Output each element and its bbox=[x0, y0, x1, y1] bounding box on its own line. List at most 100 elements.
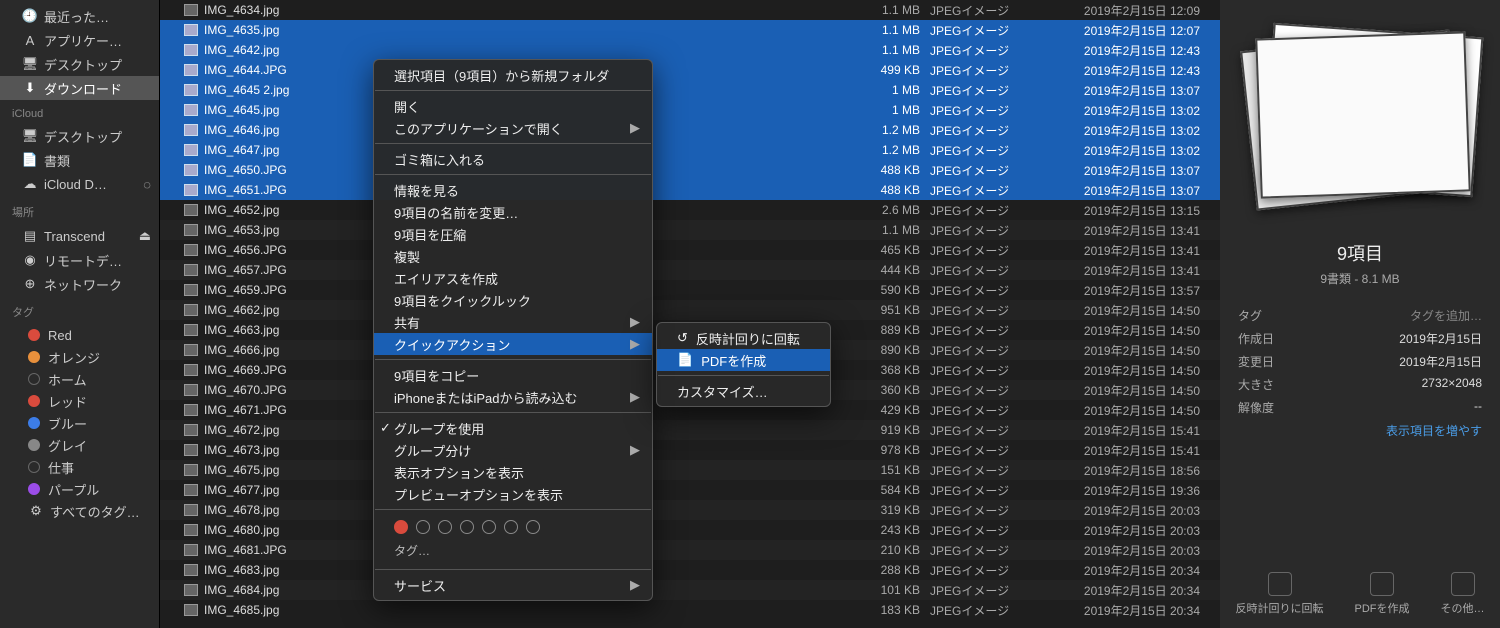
file-name: IMG_4644.JPG bbox=[204, 63, 287, 77]
sidebar-label: Transcend bbox=[44, 229, 105, 244]
sidebar-item-書類[interactable]: 📄書類 bbox=[0, 148, 159, 172]
file-row[interactable]: IMG_4652.jpg2.6 MBJPEGイメージ2019年2月15日 13:… bbox=[160, 200, 1220, 220]
jpeg-icon bbox=[184, 284, 198, 296]
file-size: 978 KB bbox=[840, 443, 930, 457]
file-row[interactable]: IMG_4678.jpg319 KBJPEGイメージ2019年2月15日 20:… bbox=[160, 500, 1220, 520]
file-row[interactable]: IMG_4684.jpg101 KBJPEGイメージ2019年2月15日 20:… bbox=[160, 580, 1220, 600]
tag-item-ホーム[interactable]: ホーム bbox=[0, 368, 159, 390]
menu-item[interactable]: このアプリケーションで開く▶ bbox=[374, 117, 652, 139]
jpeg-icon bbox=[184, 484, 198, 496]
tag-item-レッド[interactable]: レッド bbox=[0, 390, 159, 412]
file-row[interactable]: IMG_4646.jpg1.2 MBJPEGイメージ2019年2月15日 13:… bbox=[160, 120, 1220, 140]
file-kind: JPEGイメージ bbox=[930, 462, 1040, 479]
sidebar-item-iCloud D…[interactable]: ☁︎iCloud D…◌ bbox=[0, 172, 159, 196]
file-kind: JPEGイメージ bbox=[930, 362, 1040, 379]
tag-dot-icon[interactable] bbox=[526, 520, 540, 534]
tag-dot-icon[interactable] bbox=[416, 520, 430, 534]
tag-picker[interactable] bbox=[374, 514, 652, 540]
file-name: IMG_4680.jpg bbox=[204, 523, 279, 537]
menu-item[interactable]: 9項目の名前を変更… bbox=[374, 201, 652, 223]
menu-item[interactable]: 9項目を圧縮 bbox=[374, 223, 652, 245]
tag-dot-icon[interactable] bbox=[504, 520, 518, 534]
menu-item[interactable]: 表示オプションを表示 bbox=[374, 461, 652, 483]
submenu-arrow-icon: ▶ bbox=[630, 577, 640, 593]
file-row[interactable]: IMG_4683.jpg288 KBJPEGイメージ2019年2月15日 20:… bbox=[160, 560, 1220, 580]
file-row[interactable]: IMG_4645.jpg1 MBJPEGイメージ2019年2月15日 13:02 bbox=[160, 100, 1220, 120]
show-more-link[interactable]: 表示項目を増やす bbox=[1238, 422, 1482, 439]
file-row[interactable]: IMG_4642.jpg1.1 MBJPEGイメージ2019年2月15日 12:… bbox=[160, 40, 1220, 60]
menu-item[interactable]: iPhoneまたはiPadから読み込む▶ bbox=[374, 386, 652, 408]
quick-action-button[interactable]: PDFを作成 bbox=[1355, 572, 1410, 616]
file-row[interactable]: IMG_4685.jpg183 KBJPEGイメージ2019年2月15日 20:… bbox=[160, 600, 1220, 620]
tag-item-ブルー[interactable]: ブルー bbox=[0, 412, 159, 434]
tag-dot-icon[interactable] bbox=[460, 520, 474, 534]
sidebar-item-デスクトップ[interactable]: 🖥デスクトップ bbox=[0, 124, 159, 148]
menu-label: グループ分け bbox=[394, 441, 471, 460]
file-row[interactable]: IMG_4681.JPG210 KBJPEGイメージ2019年2月15日 20:… bbox=[160, 540, 1220, 560]
menu-item[interactable]: 情報を見る bbox=[374, 179, 652, 201]
sidebar-item-アプリケー…[interactable]: Aアプリケー… bbox=[0, 28, 159, 52]
sidebar-item-最近った…[interactable]: 🕘最近った… bbox=[0, 4, 159, 28]
file-row[interactable]: IMG_4680.jpg243 KBJPEGイメージ2019年2月15日 20:… bbox=[160, 520, 1220, 540]
menu-item[interactable]: サービス▶ bbox=[374, 574, 652, 596]
sidebar-item-リモートデ…[interactable]: ◉リモートデ… bbox=[0, 248, 159, 272]
file-name: IMG_4653.jpg bbox=[204, 223, 279, 237]
sidebar-item-ダウンロード[interactable]: ⬇ダウンロード bbox=[0, 76, 159, 100]
submenu-arrow-icon: ▶ bbox=[630, 389, 640, 405]
submenu-item[interactable]: 📄PDFを作成 bbox=[657, 349, 830, 371]
sidebar-item-ネットワーク[interactable]: ⊕ネットワーク bbox=[0, 272, 159, 296]
menu-item[interactable]: プレビューオプションを表示 bbox=[374, 483, 652, 505]
file-date: 2019年2月15日 12:43 bbox=[1040, 42, 1210, 59]
tag-label[interactable]: タグ… bbox=[374, 540, 652, 565]
file-row[interactable]: IMG_4673.jpg978 KBJPEGイメージ2019年2月15日 15:… bbox=[160, 440, 1220, 460]
menu-item[interactable]: グループ分け▶ bbox=[374, 439, 652, 461]
file-list[interactable]: IMG_4634.jpg1.1 MBJPEGイメージ2019年2月15日 12:… bbox=[160, 0, 1220, 628]
sidebar-item-デスクトップ[interactable]: 🖥デスクトップ bbox=[0, 52, 159, 76]
file-row[interactable]: IMG_4657.JPG444 KBJPEGイメージ2019年2月15日 13:… bbox=[160, 260, 1220, 280]
jpeg-icon bbox=[184, 584, 198, 596]
sidebar-item-Transcend[interactable]: ▤Transcend⏏ bbox=[0, 224, 159, 248]
eject-icon[interactable]: ⏏ bbox=[139, 228, 151, 244]
file-row[interactable]: IMG_4675.jpg151 KBJPEGイメージ2019年2月15日 18:… bbox=[160, 460, 1220, 480]
file-row[interactable]: IMG_4650.JPG488 KBJPEGイメージ2019年2月15日 13:… bbox=[160, 160, 1220, 180]
file-row[interactable]: IMG_4647.jpg1.2 MBJPEGイメージ2019年2月15日 13:… bbox=[160, 140, 1220, 160]
file-row[interactable]: IMG_4672.jpg919 KBJPEGイメージ2019年2月15日 15:… bbox=[160, 420, 1220, 440]
menu-item[interactable]: 9項目をコピー bbox=[374, 364, 652, 386]
menu-item[interactable]: 開く bbox=[374, 95, 652, 117]
submenu-item[interactable]: カスタマイズ… bbox=[657, 380, 830, 402]
menu-item[interactable]: ゴミ箱に入れる bbox=[374, 148, 652, 170]
menu-item[interactable]: 共有▶ bbox=[374, 311, 652, 333]
file-row[interactable]: IMG_4662.jpg951 KBJPEGイメージ2019年2月15日 14:… bbox=[160, 300, 1220, 320]
file-row[interactable]: IMG_4651.JPG488 KBJPEGイメージ2019年2月15日 13:… bbox=[160, 180, 1220, 200]
file-kind: JPEGイメージ bbox=[930, 2, 1040, 19]
file-row[interactable]: IMG_4645 2.jpg1 MBJPEGイメージ2019年2月15日 13:… bbox=[160, 80, 1220, 100]
file-row[interactable]: IMG_4659.JPG590 KBJPEGイメージ2019年2月15日 13:… bbox=[160, 280, 1220, 300]
tag-item-オレンジ[interactable]: オレンジ bbox=[0, 346, 159, 368]
tags-header: タグ bbox=[0, 296, 159, 324]
menu-item[interactable]: クイックアクション▶ bbox=[374, 333, 652, 355]
menu-item[interactable]: ✓グループを使用 bbox=[374, 417, 652, 439]
tag-item-仕事[interactable]: 仕事 bbox=[0, 456, 159, 478]
tag-item-Red[interactable]: Red bbox=[0, 324, 159, 346]
file-row[interactable]: IMG_4644.JPG499 KBJPEGイメージ2019年2月15日 12:… bbox=[160, 60, 1220, 80]
quick-action-button[interactable]: 反時計回りに回転 bbox=[1236, 572, 1324, 616]
file-row[interactable]: IMG_4635.jpg1.1 MBJPEGイメージ2019年2月15日 12:… bbox=[160, 20, 1220, 40]
tag-dot-icon[interactable] bbox=[482, 520, 496, 534]
submenu-item[interactable]: ↺反時計回りに回転 bbox=[657, 327, 830, 349]
tag-item-すべてのタグ…[interactable]: ⚙すべてのタグ… bbox=[0, 500, 159, 522]
meta-value[interactable]: タグを追加… bbox=[1410, 307, 1482, 324]
file-row[interactable]: IMG_4677.jpg584 KBJPEGイメージ2019年2月15日 19:… bbox=[160, 480, 1220, 500]
tag-dot-icon[interactable] bbox=[394, 520, 408, 534]
quick-action-button[interactable]: その他… bbox=[1441, 572, 1485, 616]
file-row[interactable]: IMG_4653.jpg1.1 MBJPEGイメージ2019年2月15日 13:… bbox=[160, 220, 1220, 240]
tag-item-グレイ[interactable]: グレイ bbox=[0, 434, 159, 456]
menu-item[interactable]: エイリアスを作成 bbox=[374, 267, 652, 289]
menu-item[interactable]: 9項目をクイックルック bbox=[374, 289, 652, 311]
file-row[interactable]: IMG_4656.JPG465 KBJPEGイメージ2019年2月15日 13:… bbox=[160, 240, 1220, 260]
menu-item[interactable]: 複製 bbox=[374, 245, 652, 267]
file-size: 360 KB bbox=[840, 383, 930, 397]
tag-item-パープル[interactable]: パープル bbox=[0, 478, 159, 500]
tag-dot-icon[interactable] bbox=[438, 520, 452, 534]
file-row[interactable]: IMG_4634.jpg1.1 MBJPEGイメージ2019年2月15日 12:… bbox=[160, 0, 1220, 20]
menu-item[interactable]: 選択項目（9項目）から新規フォルダ bbox=[374, 64, 652, 86]
